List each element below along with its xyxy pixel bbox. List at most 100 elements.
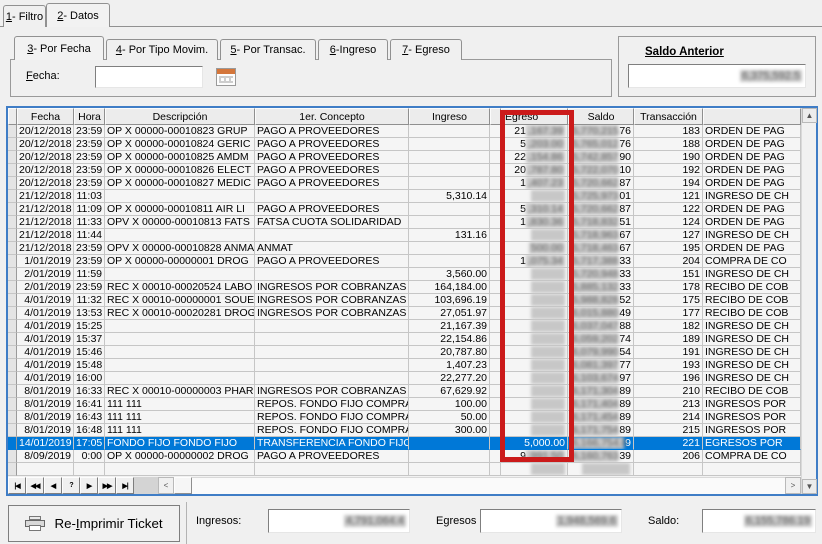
table-row[interactable]: 8/09/20190:00OP X 00000-00000002 DROGPAG… (8, 450, 801, 463)
tab-rest: - Filtro (12, 11, 43, 23)
table-row[interactable]: 14/01/201917:05FONDO FIJO FONDO FIJOTRAN… (8, 437, 801, 450)
hscroll-track[interactable] (192, 477, 785, 494)
saldo-redacted: 6,081,397. (570, 359, 618, 371)
nav-button-5[interactable]: ▶▶ (98, 477, 116, 494)
sub-tab-4[interactable]: 4 - Por Tipo Movim. (106, 39, 218, 60)
table-row[interactable]: 4/01/201915:481,407.23 6,081,397.77193IN… (8, 359, 801, 372)
egreso-prefix: 22 (514, 151, 526, 163)
saldo-redacted: 5,765,012. (570, 138, 618, 150)
cell-tipo: RECIBO DE COB (703, 307, 801, 320)
saldo-redacted: 6,103,674. (570, 372, 618, 384)
egresos-label: Egresos (436, 515, 476, 527)
cell-descripcion: OP X 00000-00010823 GRUP (105, 125, 255, 138)
cell-fecha: 20/12/2018 (17, 177, 74, 190)
egreso-redacted: ,167.39 (526, 125, 565, 137)
table-row[interactable]: 4/01/201915:3722,154.86 6,059,202.74189I… (8, 333, 801, 346)
cell-transaccion: 182 (634, 320, 703, 333)
sub-tab-6[interactable]: 6 -Ingreso (318, 39, 388, 60)
table-row[interactable]: 20/12/201823:59OP X 00000-00010825 AMDMP… (8, 151, 801, 164)
table-row[interactable]: 1/01/201923:59OP X 00000-00000001 DROGPA… (8, 255, 801, 268)
hscroll-left-icon[interactable]: < (158, 477, 174, 494)
cell-fecha: 4/01/2019 (17, 294, 74, 307)
table-row[interactable]: 20/12/201823:59OP X 00000-00010826 ELECT… (8, 164, 801, 177)
cell-saldo: 5,720,948.33 (568, 268, 634, 281)
sub-tab-5[interactable]: 5 - Por Transac. (220, 39, 316, 60)
cell-fecha: 20/12/2018 (17, 164, 74, 177)
cell-saldo: 5,742,857.90 (568, 151, 634, 164)
cell-descripcion (105, 268, 255, 281)
hscroll-gap (134, 477, 158, 494)
sub-tab-7[interactable]: 7 - Egreso (390, 39, 462, 60)
calendar-icon[interactable] (216, 68, 236, 86)
table-row[interactable]: 8/01/201916:48111 111REPOS. FONDO FIJO C… (8, 424, 801, 437)
table-row[interactable]: 4/01/201913:53REC X 00010-00020281 DROGI… (8, 307, 801, 320)
cell-transaccion: 194 (634, 177, 703, 190)
table-row[interactable]: 4/01/201916:0022,277.20 6,103,674.97196I… (8, 372, 801, 385)
column-header-Ingreso: Ingreso (409, 108, 490, 125)
fecha-label: Fecha: (26, 70, 60, 82)
table-row[interactable]: 20/12/201823:59OP X 00000-00010823 GRUPP… (8, 125, 801, 138)
table-row[interactable]: 8/01/201916:33REC X 00010-00000003 PHARI… (8, 385, 801, 398)
fecha-label-rest: echa: (33, 70, 60, 82)
row-indicator (8, 281, 17, 294)
table-row[interactable] (8, 463, 801, 476)
fecha-input[interactable] (95, 66, 203, 88)
data-grid: FechaHoraDescripción1er. ConceptoIngreso… (6, 106, 818, 496)
table-row[interactable]: 8/01/201916:43111 111REPOS. FONDO FIJO C… (8, 411, 801, 424)
main-tab-2[interactable]: 2 - Datos (46, 3, 110, 27)
cell-tipo: ORDEN DE PAG (703, 125, 801, 138)
cell-tipo: INGRESOS POR (703, 424, 801, 437)
main-tab-1[interactable]: 1 - Filtro (3, 5, 46, 27)
cell-egreso (501, 268, 568, 281)
app-window: { "colors": { "selection": "#0078d7", "g… (0, 0, 822, 544)
table-row[interactable]: 21/12/201811:33OPV X 00000-00010813 FATS… (8, 216, 801, 229)
table-row[interactable]: 8/01/201916:41111 111REPOS. FONDO FIJO C… (8, 398, 801, 411)
reprint-ticket-button[interactable]: Re-Imprimir Ticket (8, 505, 180, 542)
table-row[interactable]: 2/01/201923:59REC X 00010-00020524 LABOI… (8, 281, 801, 294)
hscroll-right-icon[interactable]: > (785, 477, 801, 494)
table-row[interactable]: 4/01/201915:2521,167.39 6,037,047.88182I… (8, 320, 801, 333)
cell-tipo: INGRESOS POR (703, 398, 801, 411)
row-indicator (8, 138, 17, 151)
cell-tipo: ORDEN DE PAG (703, 138, 801, 151)
table-row[interactable]: 21/12/201811:09OP X 00000-00010811 AIR L… (8, 203, 801, 216)
cell-fecha: 20/12/2018 (17, 138, 74, 151)
nav-button-4[interactable]: ▶ (80, 477, 98, 494)
sub-tab-3[interactable]: 3 - Por Fecha (14, 36, 104, 60)
nav-button-0[interactable]: |◀ (8, 477, 26, 494)
table-row[interactable]: 4/01/201911:32REC X 00010-00000001 SOUEI… (8, 294, 801, 307)
table-row[interactable]: 20/12/201823:59OP X 00000-00010824 GERIC… (8, 138, 801, 151)
egreso-redacted: ,991.50 (526, 450, 565, 462)
cell-saldo: 6,171,454.89 (568, 411, 634, 424)
nav-button-3[interactable]: ? (62, 477, 80, 494)
cell-saldo: 6,079,990.54 (568, 346, 634, 359)
cell-fecha: 4/01/2019 (17, 359, 74, 372)
cell-ingreso: 27,051.97 (409, 307, 490, 320)
row-indicator (8, 164, 17, 177)
cell-descripcion: OPV X 00000-00010813 FATS (105, 216, 255, 229)
cell-saldo: 5,722,070.10 (568, 164, 634, 177)
cell-descripcion: OP X 00000-00010811 AIR LI (105, 203, 255, 216)
cell-ingreso (409, 216, 490, 229)
scroll-up-icon[interactable]: ▲ (802, 108, 817, 123)
column-header-Egreso: Egreso (501, 108, 568, 125)
table-row[interactable]: 2/01/201911:593,560.00 5,720,948.33151IN… (8, 268, 801, 281)
table-row[interactable]: 21/12/201811:44131.16 5,718,963.67127ING… (8, 229, 801, 242)
nav-button-1[interactable]: ◀◀ (26, 477, 44, 494)
cell-transaccion: 204 (634, 255, 703, 268)
tab-rest: - Egreso (408, 44, 450, 56)
hscroll-thumb[interactable] (174, 477, 192, 494)
table-row[interactable]: 21/12/201823:59OPV X 00000-00010828 ANMA… (8, 242, 801, 255)
cell-hora: 23:59 (74, 255, 105, 268)
cell-hora: 16:00 (74, 372, 105, 385)
cell-egreso (501, 359, 568, 372)
saldo-redacted: 6,037,047. (570, 320, 618, 332)
nav-button-2[interactable]: ◀ (44, 477, 62, 494)
table-row[interactable]: 21/12/201811:035,310.14 5,725,973.01121I… (8, 190, 801, 203)
cell-hora: 23:59 (74, 177, 105, 190)
vertical-scrollbar[interactable]: ▲ ▼ (801, 108, 816, 494)
scroll-down-icon[interactable]: ▼ (802, 479, 817, 494)
table-row[interactable]: 20/12/201823:59OP X 00000-00010827 MEDIC… (8, 177, 801, 190)
nav-button-6[interactable]: ▶| (116, 477, 134, 494)
table-row[interactable]: 4/01/201915:4620,787.80 6,079,990.54191I… (8, 346, 801, 359)
